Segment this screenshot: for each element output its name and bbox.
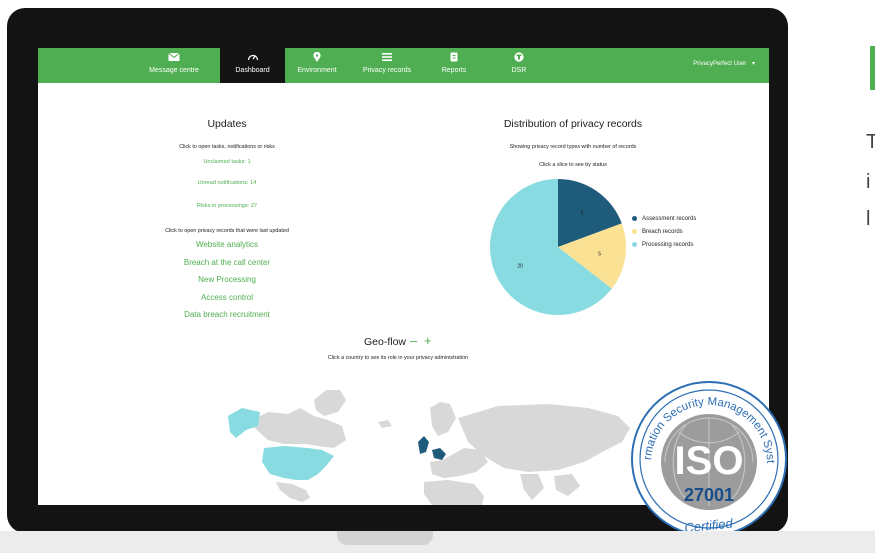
- map-scandinavia[interactable]: [430, 402, 456, 436]
- map-uk[interactable]: [418, 436, 429, 454]
- record-link[interactable]: Website analytics: [138, 240, 316, 249]
- legend-marker: [632, 216, 637, 221]
- unread-notifications-link[interactable]: Unread notifications: 14: [158, 180, 296, 186]
- nav-dashboard[interactable]: Dashboard: [220, 48, 285, 83]
- legend-item-processing: Processing records: [632, 242, 693, 248]
- nav-label: Message centre: [149, 67, 199, 74]
- map-india[interactable]: [520, 474, 544, 500]
- pie-value-label: 6: [581, 210, 584, 216]
- gauge-icon: [247, 54, 258, 61]
- map-greenland[interactable]: [314, 390, 346, 416]
- distribution-subtitle: Showing privacy record types with number…: [509, 144, 637, 150]
- updates-title: Updates: [207, 118, 247, 130]
- nav-dsr[interactable]: DSR: [496, 48, 542, 83]
- world-map[interactable]: [218, 378, 638, 505]
- legend-label: Assessment records: [642, 216, 697, 223]
- pie-value-label: 5: [598, 251, 601, 257]
- map-benelux[interactable]: [432, 448, 446, 460]
- record-link[interactable]: Data breach recruitment: [138, 310, 316, 319]
- updates-subtitle: Click to open tasks, notifications or ri…: [179, 144, 275, 150]
- nav-reports[interactable]: Reports: [428, 48, 480, 83]
- nav-label: DSR: [511, 67, 527, 74]
- map-africa[interactable]: [424, 480, 484, 505]
- map-southeast-asia[interactable]: [554, 474, 580, 496]
- record-link[interactable]: Access control: [138, 293, 316, 302]
- record-link[interactable]: New Processing: [138, 275, 316, 284]
- distribution-hint: Click a slice to see by status: [539, 162, 607, 168]
- privacy-records-pie-chart[interactable]: 6 5 20: [488, 177, 628, 317]
- nav-label: Environment: [297, 67, 337, 74]
- zoom-out-button[interactable]: –: [410, 333, 417, 348]
- nav-label: Dashboard: [235, 67, 270, 74]
- side-text-line: T: [866, 131, 875, 153]
- legend-item-breach: Breach records: [632, 229, 683, 235]
- side-text-line: l: [866, 208, 871, 230]
- distribution-title: Distribution of privacy records: [503, 118, 643, 130]
- records-intro: Click to open privacy records that were …: [165, 228, 289, 234]
- nav-label: Privacy records: [362, 67, 412, 74]
- user-name: PrivacyPerfect User: [693, 61, 747, 67]
- map-usa[interactable]: [262, 446, 334, 480]
- nav-label: Reports: [441, 67, 467, 74]
- pie-value-label: 20: [517, 264, 523, 270]
- map-mexico[interactable]: [276, 482, 310, 502]
- top-navigation-bar: Message centre Dashboard Environment Pri…: [38, 48, 769, 83]
- legend-label: Breach records: [642, 229, 683, 236]
- iso-27001-certification-badge: Information Security Management System I…: [629, 377, 787, 537]
- badge-iso-text: ISO: [675, 439, 744, 483]
- badge-number-text: 27001: [684, 485, 734, 505]
- map-alaska[interactable]: [228, 408, 260, 438]
- chevron-down-icon: ▾: [751, 61, 755, 67]
- map-canada[interactable]: [248, 408, 346, 448]
- user-menu[interactable]: PrivacyPerfect User ▾: [693, 60, 755, 67]
- clipboard-icon: [450, 52, 458, 62]
- geo-flow-title: Geo-flow: [363, 336, 406, 348]
- risks-link[interactable]: Risks in processings: 27: [158, 203, 296, 209]
- nav-privacy-records[interactable]: Privacy records: [354, 48, 420, 83]
- legend-marker: [632, 242, 637, 247]
- legend-label: Processing records: [642, 242, 694, 249]
- geo-flow-subtitle: Click a country to see its role in your …: [327, 355, 469, 361]
- record-link[interactable]: Breach at the call center: [138, 258, 316, 267]
- nav-message-centre[interactable]: Message centre: [142, 48, 206, 83]
- nav-environment[interactable]: Environment: [288, 48, 346, 83]
- person-badge-icon: [514, 52, 524, 62]
- envelope-icon: [168, 52, 180, 61]
- legend-marker: [632, 229, 637, 234]
- zoom-in-button[interactable]: +: [424, 333, 432, 348]
- legend-item-assessment: Assessment records: [632, 216, 696, 222]
- map-pin-icon: [313, 52, 321, 62]
- side-text-line: i: [866, 171, 871, 193]
- laptop-notch: [337, 531, 433, 545]
- laptop-base: [0, 531, 875, 553]
- side-accent-bar: [870, 46, 875, 90]
- list-icon: [382, 53, 392, 61]
- unclaimed-tasks-link[interactable]: Unclaimed tasks: 1: [158, 159, 296, 165]
- map-iceland[interactable]: [378, 420, 392, 428]
